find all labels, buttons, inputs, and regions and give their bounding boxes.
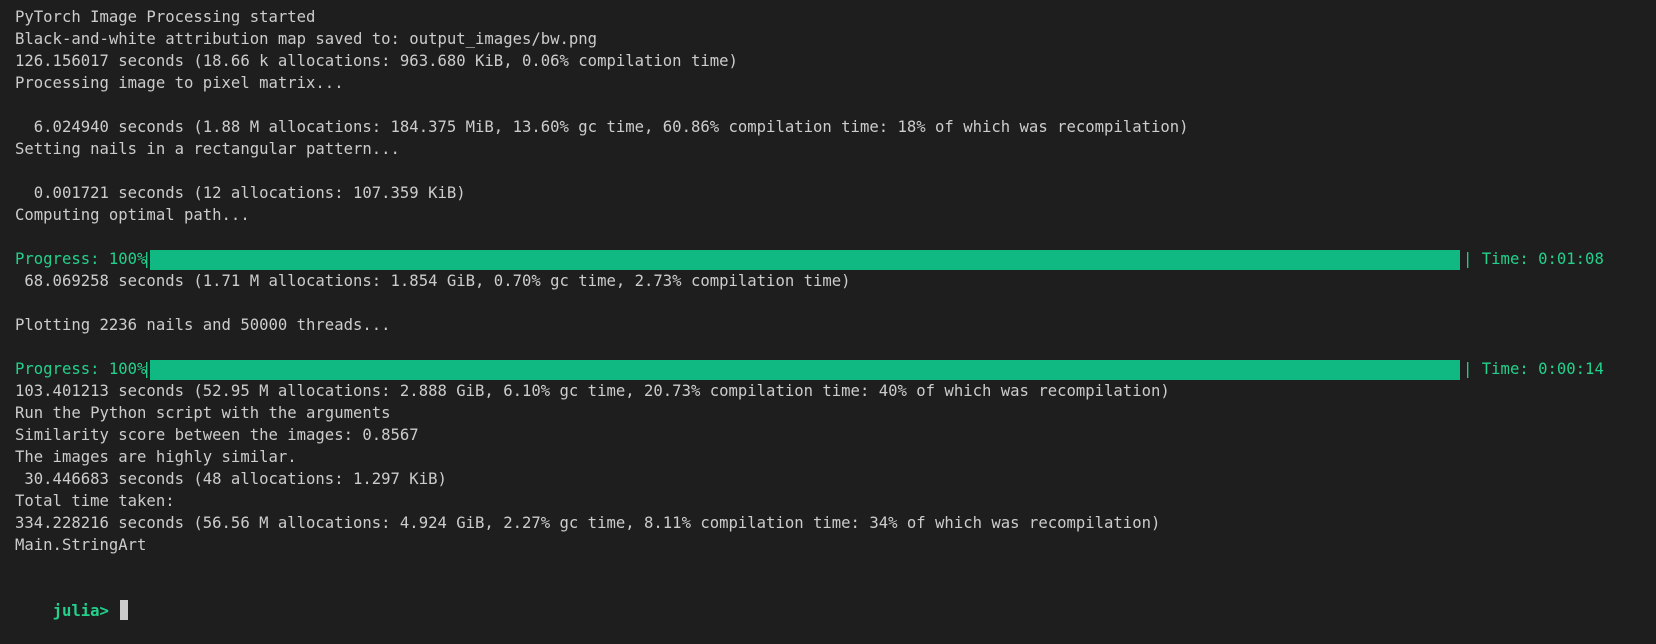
output-line: 68.069258 seconds (1.71 M allocations: 1…: [15, 272, 851, 290]
progress-bar-2: Progress: 100% | | Time: 0:00:14: [15, 358, 1656, 380]
output-line: Run the Python script with the arguments: [15, 404, 391, 422]
output-line: Computing optimal path...: [15, 206, 250, 224]
julia-prompt: julia>: [52, 602, 109, 620]
text-cursor[interactable]: [120, 600, 129, 620]
output-line: Plotting 2236 nails and 50000 threads...: [15, 316, 391, 334]
output-line: Similarity score between the images: 0.8…: [15, 426, 419, 444]
progress-fill: [150, 360, 1460, 380]
progress-time: | Time: 0:00:14: [1463, 360, 1604, 378]
output-line: Black-and-white attribution map saved to…: [15, 30, 598, 48]
progress-fill: [150, 250, 1460, 270]
terminal-output[interactable]: PyTorch Image Processing started Black-a…: [15, 6, 1656, 620]
output-line: 334.228216 seconds (56.56 M allocations:…: [15, 514, 1161, 532]
output-line: Main.StringArt: [15, 536, 147, 554]
output-line: 103.401213 seconds (52.95 M allocations:…: [15, 382, 1170, 400]
progress-label: Progress: 100%: [15, 360, 147, 378]
progress-time: | Time: 0:01:08: [1463, 250, 1604, 268]
progress-label: Progress: 100%: [15, 250, 147, 268]
output-line: 126.156017 seconds (18.66 k allocations:…: [15, 52, 738, 70]
output-line: The images are highly similar.: [15, 448, 297, 466]
output-line: Total time taken:: [15, 492, 175, 510]
progress-track: [150, 360, 1460, 380]
output-line: 0.001721 seconds (12 allocations: 107.35…: [15, 184, 466, 202]
progress-time-value: Time: 0:01:08: [1481, 250, 1604, 268]
progress-bar-1: Progress: 100% | | Time: 0:01:08: [15, 248, 1656, 270]
output-line: 30.446683 seconds (48 allocations: 1.297…: [15, 470, 447, 488]
output-line: 6.024940 seconds (1.88 M allocations: 18…: [15, 118, 1189, 136]
progress-track: [150, 250, 1460, 270]
output-line: Setting nails in a rectangular pattern..…: [15, 140, 400, 158]
output-line: Processing image to pixel matrix...: [15, 74, 344, 92]
output-line: PyTorch Image Processing started: [15, 8, 316, 26]
repl-input-line[interactable]: julia>: [15, 578, 1656, 620]
progress-time-value: Time: 0:00:14: [1481, 360, 1604, 378]
